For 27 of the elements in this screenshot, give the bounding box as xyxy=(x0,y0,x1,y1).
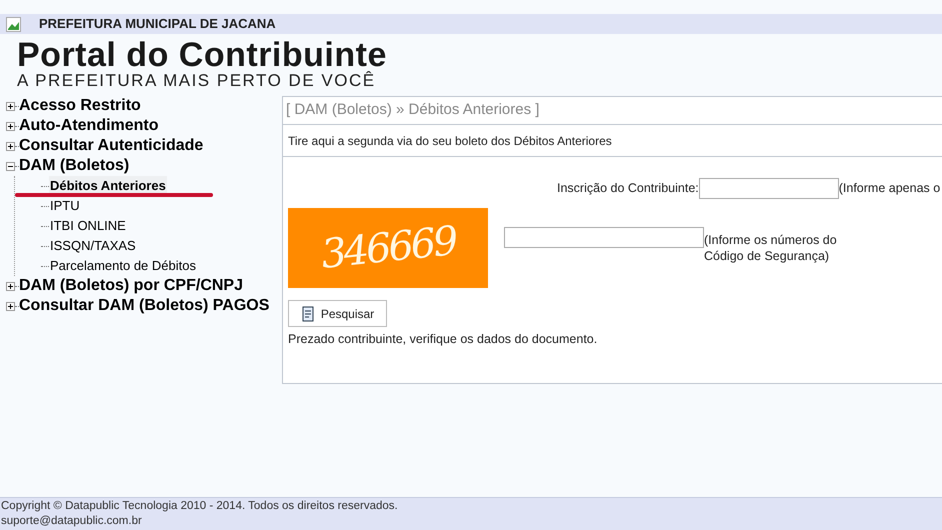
expand-icon[interactable] xyxy=(6,102,15,110)
logo-title: Portal do Contribuinte xyxy=(17,38,388,72)
collapse-icon[interactable] xyxy=(6,162,15,170)
submenu-item[interactable]: ISSQN/TAXAS xyxy=(49,236,137,256)
document-icon xyxy=(300,306,315,322)
expand-icon[interactable] xyxy=(6,142,15,150)
expand-icon[interactable] xyxy=(6,122,15,130)
submenu-item[interactable]: IPTU xyxy=(49,196,81,216)
expand-icon[interactable] xyxy=(6,302,15,310)
status-message: Prezado contribuinte, verifique os dados do documento. xyxy=(288,331,598,348)
captcha-image: 346669 xyxy=(288,208,488,288)
broken-image-icon xyxy=(6,16,21,32)
registration-hint: (Informe apenas o xyxy=(838,180,940,197)
captcha-hint: (Informe os números do Código de Segurança) xyxy=(704,232,838,264)
expand-icon[interactable] xyxy=(6,282,15,290)
captcha-field[interactable] xyxy=(504,227,704,248)
header-title: PREFEITURA MUNICIPAL DE JACANA xyxy=(39,15,276,34)
submenu-item[interactable]: Parcelamento de Débitos xyxy=(49,256,197,276)
logo-tagline: A PREFEITURA MAIS PERTO DE VOCÊ xyxy=(17,72,377,90)
breadcrumb: [ DAM (Boletos) » Débitos Anteriores ] xyxy=(286,100,540,120)
support-email: suporte@datapublic.com.br xyxy=(1,514,143,529)
submenu-item[interactable]: ITBI ONLINE xyxy=(49,216,127,236)
registration-label: Inscrição do Contribuinte: xyxy=(557,180,699,197)
registration-field[interactable] xyxy=(698,178,839,198)
copyright-text: Copyright © Datapublic Tecnologia 2010 - 2014. Todos os direitos reservados. xyxy=(1,499,399,514)
search-button[interactable]: Pesquisar xyxy=(288,300,387,327)
description-text: Tire aqui a segunda via do seu boleto dos Débitos Anteriores xyxy=(288,132,612,150)
